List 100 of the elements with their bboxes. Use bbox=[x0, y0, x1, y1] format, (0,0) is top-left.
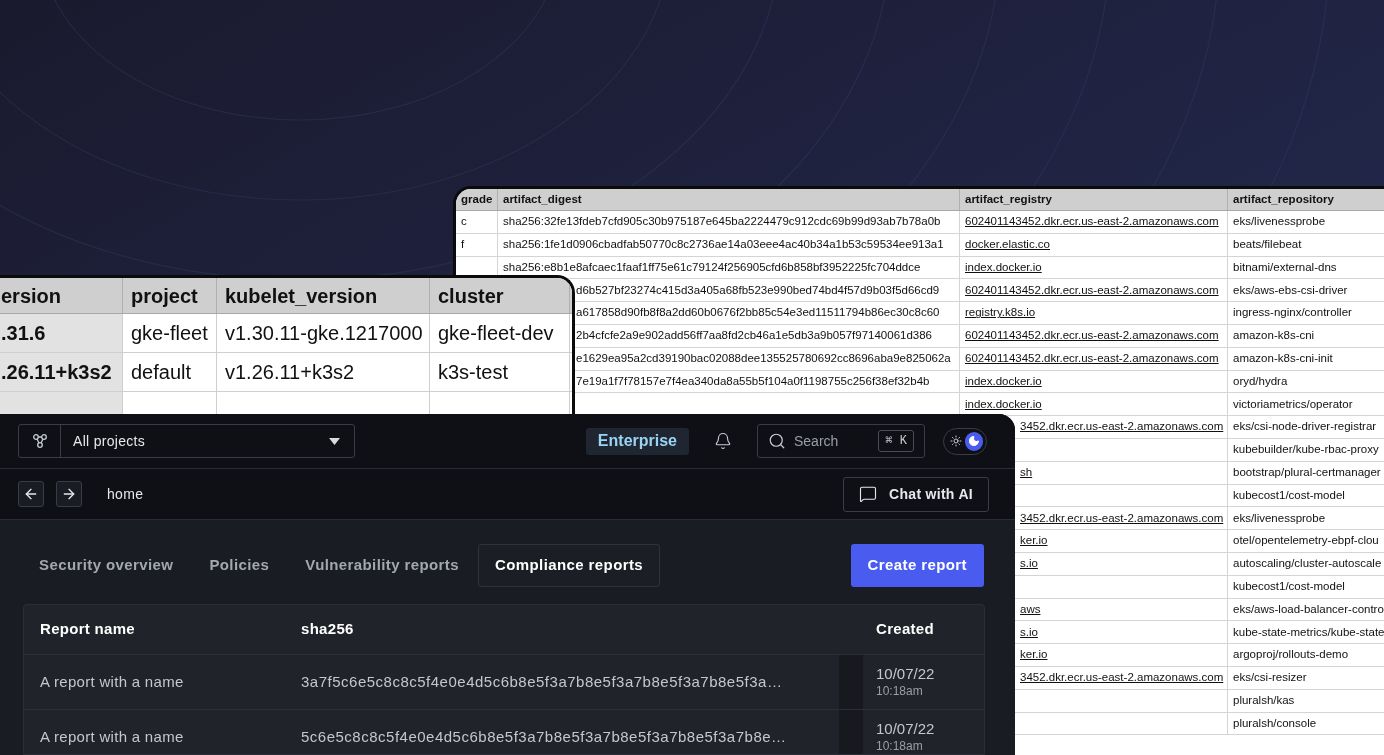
table-cell-text: victoriametrics/operator bbox=[1233, 396, 1353, 412]
back-button[interactable] bbox=[18, 481, 44, 507]
created-time: 10:18am bbox=[876, 683, 924, 699]
table-cell-text: bitnami/external-dns bbox=[1233, 259, 1337, 275]
table-cell-text: argoproj/rollouts-demo bbox=[1233, 647, 1349, 663]
column-header: sha256 bbox=[301, 619, 354, 640]
table-cell-text: default bbox=[131, 360, 192, 385]
nodes-icon bbox=[30, 432, 49, 450]
column-header: artifact_repository bbox=[1233, 191, 1334, 207]
shortcut-key: ⌘ K bbox=[878, 430, 914, 452]
registry-link[interactable]: 3452.dkr.ecr.us-east-2.amazonaws.com bbox=[1020, 418, 1224, 436]
table-cell-text: v1.26.11+k3s2 bbox=[225, 360, 355, 385]
sha-value: 5c6e5c8c8c5f4e0e4d5c6b8e5f3a7b8e5f3a7b8e5f3a7b8e5f3a7b8e… bbox=[301, 726, 787, 747]
registry-link[interactable]: 602401143452.dkr.ecr.us-east-2.amazonaws.com bbox=[965, 327, 1219, 345]
column-header: ersion bbox=[1, 283, 62, 309]
column-header: artifact_digest bbox=[503, 191, 582, 207]
table-cell-text: bootstrap/plural-certmanager bbox=[1233, 465, 1381, 481]
table-cell-text: e1629ea95a2cd39190bac02088dee135525780692cc8696aba9e825062a bbox=[576, 351, 951, 367]
caret-icon bbox=[329, 437, 340, 445]
table-cell-text: .26.11+k3s2 bbox=[1, 360, 112, 385]
sun-icon bbox=[950, 435, 962, 447]
search-field[interactable]: Search bbox=[794, 430, 864, 452]
registry-link[interactable]: 602401143452.dkr.ecr.us-east-2.amazonaws.com bbox=[965, 350, 1219, 368]
tab[interactable]: Vulnerability reports bbox=[288, 544, 476, 587]
created-time: 10:18am bbox=[876, 738, 924, 754]
column-header: grade bbox=[461, 191, 493, 207]
table-cell-text: kubebuilder/kube-rbac-proxy bbox=[1233, 442, 1379, 458]
column-shadow bbox=[839, 655, 863, 709]
registry-link[interactable]: sh bbox=[1020, 464, 1033, 482]
registry-link[interactable]: registry.k8s.io bbox=[965, 304, 1036, 322]
tab[interactable]: Policies bbox=[192, 544, 287, 587]
sha-value: 3a7f5c6e5c8c8c5f4e0e4d5c6b8e5f3a7b8e5f3a7b8e5f3a7b8e5f3a… bbox=[301, 671, 783, 692]
table-cell-text: gke-fleet bbox=[131, 321, 208, 346]
table-cell-text: eks/livenessprobe bbox=[1233, 214, 1326, 230]
report-name[interactable]: A report with a name bbox=[40, 670, 184, 694]
registry-link[interactable]: index.docker.io bbox=[965, 258, 1042, 277]
table-cell-text: sha256:1fe1d0906cbadfab50770c8c2736ae14a03eee4ac40b34a1b53c59534ee913a1 bbox=[503, 237, 944, 253]
registry-link[interactable]: index.docker.io bbox=[965, 395, 1042, 413]
table-cell-text: eks/livenessprobe bbox=[1233, 510, 1326, 526]
chat-bubble-icon bbox=[859, 485, 878, 503]
search-icon bbox=[768, 432, 786, 450]
column-header: Created bbox=[876, 619, 934, 640]
table-cell-text: amazon-k8s-cni-init bbox=[1233, 351, 1333, 367]
registry-link[interactable]: 602401143452.dkr.ecr.us-east-2.amazonaws.com bbox=[965, 213, 1219, 231]
table-cell-text: autoscaling/cluster-autoscale bbox=[1233, 556, 1382, 572]
table-cell-text: eks/aws-ebs-csi-driver bbox=[1233, 282, 1348, 298]
table-cell-text: sha256:32fe13fdeb7cfd905c30b975187e645ba2224479c912cdc69b99d93ab7b78a0b bbox=[503, 214, 941, 230]
table-cell-text: .31.6 bbox=[1, 321, 46, 346]
table-cell-text: v1.30.11-gke.1217000 bbox=[225, 321, 423, 346]
table-cell-text: k3s-test bbox=[438, 360, 509, 385]
table-cell-text: oryd/hydra bbox=[1233, 373, 1288, 389]
table-cell-text: kubecost1/cost-model bbox=[1233, 487, 1345, 503]
table-cell-text: eks/aws-load-balancer-contro bbox=[1233, 601, 1384, 617]
tab[interactable]: Security overview bbox=[22, 544, 191, 587]
created-date: 10/07/22 bbox=[876, 665, 935, 683]
registry-link[interactable]: docker.elastic.co bbox=[965, 236, 1050, 254]
registry-link[interactable]: 3452.dkr.ecr.us-east-2.amazonaws.com bbox=[1020, 509, 1224, 527]
table-cell-text: otel/opentelemetry-ebpf-clou bbox=[1233, 533, 1379, 549]
table-cell-text: a617858d90fb8f8a2dd60b0676f2bb85c54e3ed11511794b86ec30c8c60 bbox=[576, 305, 940, 321]
table-cell-text: kubecost1/cost-model bbox=[1233, 579, 1345, 594]
column-header: Report name bbox=[40, 619, 135, 640]
tab[interactable]: Compliance reports bbox=[478, 544, 661, 587]
registry-link[interactable]: ker.io bbox=[1020, 646, 1048, 664]
table-cell-text: eks/csi-resizer bbox=[1233, 670, 1307, 686]
column-header: artifact_registry bbox=[965, 191, 1052, 207]
project-selector[interactable]: All projects bbox=[18, 424, 355, 458]
column-header: project bbox=[131, 283, 198, 309]
table-cell-text: pluralsh/kas bbox=[1233, 693, 1295, 708]
notifications-icon[interactable] bbox=[714, 432, 732, 450]
registry-link[interactable]: aws bbox=[1020, 600, 1041, 619]
column-header: kubelet_version bbox=[225, 283, 378, 309]
registry-link[interactable]: ker.io bbox=[1020, 532, 1048, 550]
registry-link[interactable]: s.io bbox=[1020, 623, 1038, 641]
table-cell-text: eks/csi-node-driver-registrar bbox=[1233, 419, 1377, 435]
breadcrumb[interactable]: home bbox=[107, 483, 144, 505]
forward-button[interactable] bbox=[56, 481, 82, 507]
table-cell-text: beats/filebeat bbox=[1233, 237, 1302, 253]
table-cell-text: c bbox=[461, 214, 467, 230]
chat-button[interactable]: Chat with AI bbox=[843, 476, 989, 512]
table-cell-text: sha256:e8b1e8afcaec1faaf1ff75e61c79124f256905cfd6b858bf3952225fc704ddce bbox=[503, 259, 921, 275]
table-cell-text: pluralsh/console bbox=[1233, 715, 1317, 731]
moon-icon bbox=[968, 435, 980, 447]
registry-link[interactable]: s.io bbox=[1020, 555, 1038, 573]
registry-link[interactable]: 602401143452.dkr.ecr.us-east-2.amazonaws.com bbox=[965, 281, 1219, 299]
table-cell-text: f bbox=[461, 237, 465, 253]
created-date: 10/07/22 bbox=[876, 720, 935, 738]
table-cell-text: d6b527bf23274c415d3a405a68fb523e990bed74bd4f57d9b03f5d66cd9 bbox=[576, 282, 940, 298]
table-cell-text: kube-state-metrics/kube-state bbox=[1233, 624, 1384, 640]
create-report-button[interactable]: Create report bbox=[850, 544, 984, 587]
table-cell-text: 2b4cfcfe2a9e902add56ff7aa8fd2cb46a1e5db3a9b057f97140061d386 bbox=[576, 328, 932, 344]
plan-badge: Enterprise bbox=[585, 427, 689, 455]
table-cell-text: ingress-nginx/controller bbox=[1233, 305, 1352, 321]
table-cell-text: gke-fleet-dev bbox=[438, 321, 554, 346]
report-name[interactable]: A report with a name bbox=[40, 725, 184, 749]
table-cell-text: 7e19a1f7f78157e7f4ea340da8a55b5f104a0f1198755c256f38ef32b4b bbox=[576, 373, 930, 389]
registry-link[interactable]: index.docker.io bbox=[965, 372, 1042, 391]
search-box[interactable]: Search ⌘ K bbox=[757, 424, 925, 458]
table-cell-text: amazon-k8s-cni bbox=[1233, 328, 1315, 344]
column-header: cluster bbox=[438, 283, 504, 309]
registry-link[interactable]: 3452.dkr.ecr.us-east-2.amazonaws.com bbox=[1020, 669, 1224, 687]
